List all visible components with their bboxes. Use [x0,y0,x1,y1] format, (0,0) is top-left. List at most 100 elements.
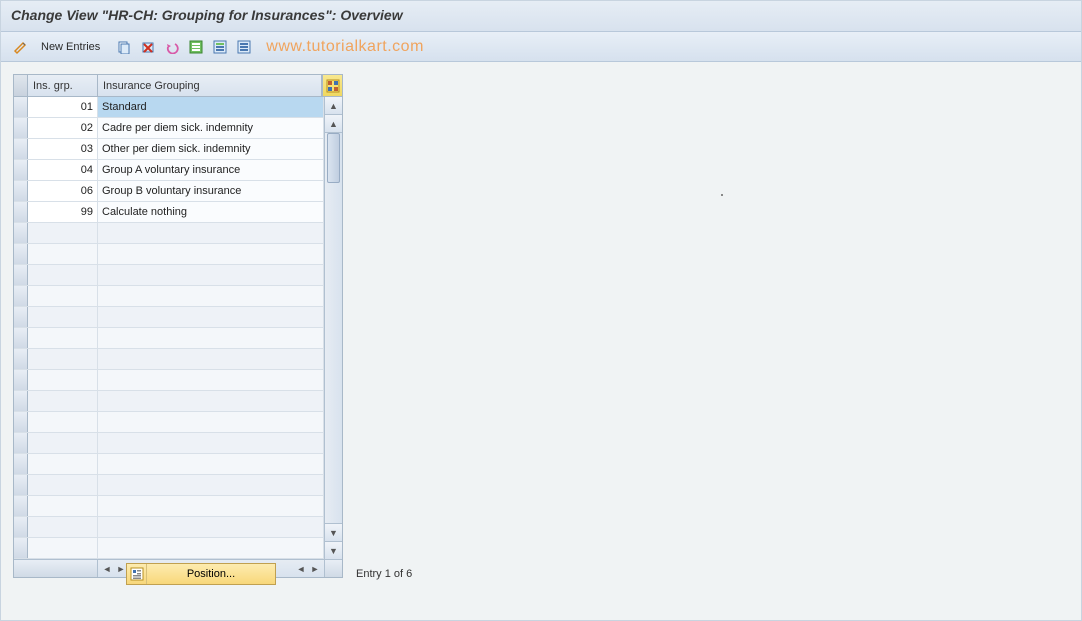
table-row-empty [14,286,324,307]
new-entries-button[interactable]: New Entries [35,39,106,55]
cell-ins-grp[interactable]: 06 [28,181,98,201]
row-selector[interactable] [14,181,28,201]
row-selector[interactable] [14,202,28,222]
row-selector[interactable] [14,118,28,138]
cell-ins-grp[interactable]: 01 [28,97,98,117]
cell-insurance-grouping[interactable]: Calculate nothing [98,202,324,222]
table-row-empty [14,433,324,454]
cell-insurance-grouping[interactable] [98,328,324,348]
cell-insurance-grouping[interactable] [98,391,324,411]
cell-ins-grp[interactable] [28,244,98,264]
row-selector[interactable] [14,160,28,180]
row-selector[interactable] [14,286,28,306]
row-selector[interactable] [14,349,28,369]
cell-ins-grp[interactable] [28,538,98,558]
cell-ins-grp[interactable]: 02 [28,118,98,138]
cell-ins-grp[interactable] [28,454,98,474]
cell-ins-grp[interactable] [28,328,98,348]
table-body: 01Standard02Cadre per diem sick. indemni… [14,97,342,559]
row-selector-header[interactable] [14,75,28,96]
row-selector[interactable] [14,391,28,411]
cell-insurance-grouping[interactable] [98,475,324,495]
table-row: 06Group B voluntary insurance [14,181,324,202]
cell-ins-grp[interactable] [28,391,98,411]
cell-insurance-grouping[interactable] [98,286,324,306]
scroll-up-button[interactable]: ▲ [325,97,342,115]
row-selector[interactable] [14,328,28,348]
table-row: 99Calculate nothing [14,202,324,223]
cell-ins-grp[interactable] [28,433,98,453]
scroll-down-button-2[interactable]: ▼ [325,523,342,541]
select-all-icon[interactable] [186,37,206,57]
row-selector[interactable] [14,517,28,537]
cell-ins-grp[interactable] [28,223,98,243]
cell-insurance-grouping[interactable]: Standard [98,97,324,117]
application-toolbar: New Entries www.tutorialkart.com [1,32,1081,62]
cell-insurance-grouping[interactable] [98,223,324,243]
cell-insurance-grouping[interactable] [98,244,324,264]
column-header-ins-grp[interactable]: Ins. grp. [28,75,98,96]
cell-insurance-grouping[interactable]: Other per diem sick. indemnity [98,139,324,159]
cell-ins-grp[interactable] [28,265,98,285]
column-header-insurance-grouping[interactable]: Insurance Grouping [98,75,322,96]
row-selector[interactable] [14,496,28,516]
cell-insurance-grouping[interactable] [98,496,324,516]
row-selector[interactable] [14,223,28,243]
cell-insurance-grouping[interactable] [98,538,324,558]
position-button[interactable]: Position... [126,563,276,585]
row-selector[interactable] [14,370,28,390]
table-row: 04Group A voluntary insurance [14,160,324,181]
scroll-track[interactable] [325,133,342,523]
deselect-all-icon[interactable] [234,37,254,57]
row-selector[interactable] [14,244,28,264]
table-row-empty [14,517,324,538]
cell-ins-grp[interactable] [28,370,98,390]
cell-ins-grp[interactable] [28,475,98,495]
cell-insurance-grouping[interactable] [98,433,324,453]
cell-ins-grp[interactable]: 03 [28,139,98,159]
row-selector[interactable] [14,475,28,495]
cell-ins-grp[interactable] [28,412,98,432]
cell-insurance-grouping[interactable]: Cadre per diem sick. indemnity [98,118,324,138]
cell-insurance-grouping[interactable] [98,307,324,327]
table-settings-button[interactable] [322,75,342,96]
cell-insurance-grouping[interactable] [98,349,324,369]
copy-icon[interactable] [114,37,134,57]
toggle-change-icon[interactable] [11,37,31,57]
scroll-thumb[interactable] [327,133,340,183]
table-row-empty [14,454,324,475]
row-selector[interactable] [14,307,28,327]
cell-insurance-grouping[interactable] [98,265,324,285]
row-selector[interactable] [14,538,28,558]
row-selector[interactable] [14,139,28,159]
cell-insurance-grouping[interactable] [98,412,324,432]
row-selector[interactable] [14,433,28,453]
table-row-empty [14,265,324,286]
cell-ins-grp[interactable] [28,286,98,306]
cell-ins-grp[interactable]: 99 [28,202,98,222]
scroll-left-button[interactable]: ◄ [100,562,114,576]
table-row-empty [14,496,324,517]
cell-insurance-grouping[interactable]: Group A voluntary insurance [98,160,324,180]
undo-icon[interactable] [162,37,182,57]
position-icon [127,564,147,584]
cell-insurance-grouping[interactable] [98,454,324,474]
hscroll-frozen-spacer [14,560,98,577]
row-selector[interactable] [14,412,28,432]
row-selector[interactable] [14,454,28,474]
cell-ins-grp[interactable] [28,349,98,369]
cell-insurance-grouping[interactable]: Group B voluntary insurance [98,181,324,201]
scroll-down-button[interactable]: ▼ [325,541,342,559]
vertical-scrollbar[interactable]: ▲ ▲ ▼ ▼ [324,97,342,559]
scroll-up-button-2[interactable]: ▲ [325,115,342,133]
row-selector[interactable] [14,97,28,117]
select-block-icon[interactable] [210,37,230,57]
delete-icon[interactable] [138,37,158,57]
cell-insurance-grouping[interactable] [98,370,324,390]
row-selector[interactable] [14,265,28,285]
cell-insurance-grouping[interactable] [98,517,324,537]
cell-ins-grp[interactable] [28,517,98,537]
cell-ins-grp[interactable]: 04 [28,160,98,180]
cell-ins-grp[interactable] [28,496,98,516]
cell-ins-grp[interactable] [28,307,98,327]
